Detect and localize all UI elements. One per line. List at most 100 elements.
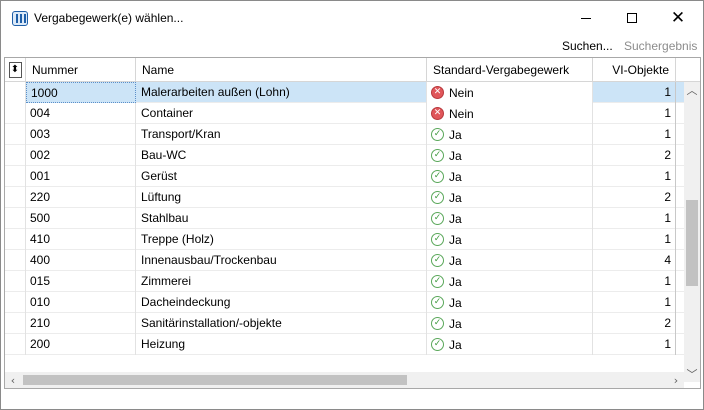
check-circle-icon: ✓ (431, 233, 444, 246)
table-row[interactable]: 002 Bau-WC ✓ Ja 2 (5, 145, 684, 166)
minimize-icon (581, 17, 591, 19)
cell-standard[interactable]: ✕ Nein (427, 82, 593, 103)
vertical-scrollbar[interactable]: ︿ ﹀ (684, 82, 700, 382)
check-circle-icon: ✓ (431, 191, 444, 204)
cell-standard[interactable]: ✓ Ja (427, 145, 593, 166)
column-header-nummer[interactable]: Nummer (26, 58, 136, 82)
table-row[interactable]: 220 Lüftung ✓ Ja 2 (5, 187, 684, 208)
cell-vi-objekte[interactable]: 1 (593, 124, 676, 145)
toolbar: Suchen... Suchergebnis (1, 35, 703, 57)
cell-nummer[interactable]: 200 (26, 334, 136, 355)
scroll-down-icon[interactable]: ﹀ (684, 366, 700, 382)
cell-name[interactable]: Treppe (Holz) (136, 229, 427, 250)
cell-standard[interactable]: ✓ Ja (427, 250, 593, 271)
sort-button[interactable]: ⬍ (5, 58, 26, 82)
table-row[interactable]: 003 Transport/Kran ✓ Ja 1 (5, 124, 684, 145)
cell-name[interactable]: Transport/Kran (136, 124, 427, 145)
cell-vi-objekte[interactable]: 1 (593, 271, 676, 292)
close-icon: ✕ (670, 7, 686, 28)
cell-name[interactable]: Sanitärinstallation/-objekte (136, 313, 427, 334)
table-row[interactable]: 400 Innenausbau/Trockenbau ✓ Ja 4 (5, 250, 684, 271)
cell-name[interactable]: Container (136, 103, 427, 124)
cell-standard[interactable]: ✓ Ja (427, 334, 593, 355)
cell-nummer[interactable]: 400 (26, 250, 136, 271)
table-row[interactable]: 001 Gerüst ✓ Ja 1 (5, 166, 684, 187)
cell-vi-objekte[interactable]: 2 (593, 313, 676, 334)
standard-value: Ja (449, 211, 462, 226)
cell-vi-objekte[interactable]: 1 (593, 82, 676, 103)
cell-nummer[interactable]: 015 (26, 271, 136, 292)
cell-vi-objekte[interactable]: 1 (593, 292, 676, 313)
cell-name[interactable]: Bau-WC (136, 145, 427, 166)
row-gutter (5, 103, 26, 124)
cell-nummer[interactable]: 210 (26, 313, 136, 334)
cell-name[interactable]: Heizung (136, 334, 427, 355)
cell-nummer[interactable]: 003 (26, 124, 136, 145)
cell-nummer[interactable]: 410 (26, 229, 136, 250)
horizontal-scroll-thumb[interactable] (23, 375, 407, 385)
cell-standard[interactable]: ✕ Nein (427, 103, 593, 124)
table-row[interactable]: 210 Sanitärinstallation/-objekte ✓ Ja 2 (5, 313, 684, 334)
maximize-button[interactable] (609, 1, 655, 35)
search-results-button[interactable]: Suchergebnis (624, 39, 697, 53)
cell-nummer[interactable]: 004 (26, 103, 136, 124)
check-circle-icon: ✓ (431, 212, 444, 225)
column-header-vi-objekte[interactable]: VI-Objekte (593, 58, 676, 82)
scroll-left-icon[interactable]: ‹ (5, 372, 21, 388)
table-row[interactable]: 004 Container ✕ Nein 1 (5, 103, 684, 124)
cell-nummer[interactable]: 010 (26, 292, 136, 313)
table-row[interactable]: 1000 Malerarbeiten außen (Lohn) ✕ Nein 1 (5, 82, 684, 103)
cell-vi-objekte[interactable]: 2 (593, 187, 676, 208)
cell-name[interactable]: Gerüst (136, 166, 427, 187)
error-circle-icon: ✕ (431, 86, 444, 99)
row-gutter (5, 145, 26, 166)
cell-name[interactable]: Zimmerei (136, 271, 427, 292)
cell-name[interactable]: Lüftung (136, 187, 427, 208)
table-row[interactable]: 015 Zimmerei ✓ Ja 1 (5, 271, 684, 292)
trade-grid: ⬍ Nummer Name Standard-Vergabegewerk VI-… (4, 57, 701, 389)
close-button[interactable]: ✕ (655, 1, 701, 35)
horizontal-scrollbar[interactable]: ‹ › (5, 372, 684, 388)
column-header-standard[interactable]: Standard-Vergabegewerk (427, 58, 593, 82)
table-row[interactable]: 010 Dacheindeckung ✓ Ja 1 (5, 292, 684, 313)
cell-standard[interactable]: ✓ Ja (427, 271, 593, 292)
cell-standard[interactable]: ✓ Ja (427, 313, 593, 334)
cell-vi-objekte[interactable]: 1 (593, 229, 676, 250)
standard-value: Ja (449, 316, 462, 331)
column-header-name[interactable]: Name (136, 58, 427, 82)
vertical-scroll-thumb[interactable] (686, 200, 698, 286)
cell-vi-objekte[interactable]: 2 (593, 145, 676, 166)
cell-standard[interactable]: ✓ Ja (427, 208, 593, 229)
cell-nummer[interactable]: 500 (26, 208, 136, 229)
cell-nummer[interactable]: 002 (26, 145, 136, 166)
table-row[interactable]: 200 Heizung ✓ Ja 1 (5, 334, 684, 355)
scroll-right-icon[interactable]: › (668, 372, 684, 388)
scroll-up-icon[interactable]: ︿ (684, 82, 700, 98)
cell-name[interactable]: Malerarbeiten außen (Lohn) (136, 82, 427, 103)
cell-name[interactable]: Innenausbau/Trockenbau (136, 250, 427, 271)
table-row[interactable]: 500 Stahlbau ✓ Ja 1 (5, 208, 684, 229)
cell-vi-objekte[interactable]: 1 (593, 103, 676, 124)
cell-standard[interactable]: ✓ Ja (427, 166, 593, 187)
cell-name[interactable]: Dacheindeckung (136, 292, 427, 313)
cell-standard[interactable]: ✓ Ja (427, 292, 593, 313)
dialog-window: Vergabegewerk(e) wählen... ✕ Suchen... S… (0, 0, 704, 410)
cell-standard[interactable]: ✓ Ja (427, 229, 593, 250)
cell-nummer[interactable]: 220 (26, 187, 136, 208)
search-button[interactable]: Suchen... (562, 39, 613, 53)
cell-vi-objekte[interactable]: 1 (593, 334, 676, 355)
standard-value: Ja (449, 232, 462, 247)
check-circle-icon: ✓ (431, 317, 444, 330)
cell-vi-objekte[interactable]: 1 (593, 208, 676, 229)
cell-nummer[interactable]: 001 (26, 166, 136, 187)
check-circle-icon: ✓ (431, 170, 444, 183)
cell-standard[interactable]: ✓ Ja (427, 187, 593, 208)
cell-vi-objekte[interactable]: 4 (593, 250, 676, 271)
cell-standard[interactable]: ✓ Ja (427, 124, 593, 145)
minimize-button[interactable] (563, 1, 609, 35)
cell-vi-objekte[interactable]: 1 (593, 166, 676, 187)
cell-nummer[interactable]: 1000 (26, 82, 136, 103)
cell-name[interactable]: Stahlbau (136, 208, 427, 229)
table-row[interactable]: 410 Treppe (Holz) ✓ Ja 1 (5, 229, 684, 250)
row-gutter (5, 229, 26, 250)
